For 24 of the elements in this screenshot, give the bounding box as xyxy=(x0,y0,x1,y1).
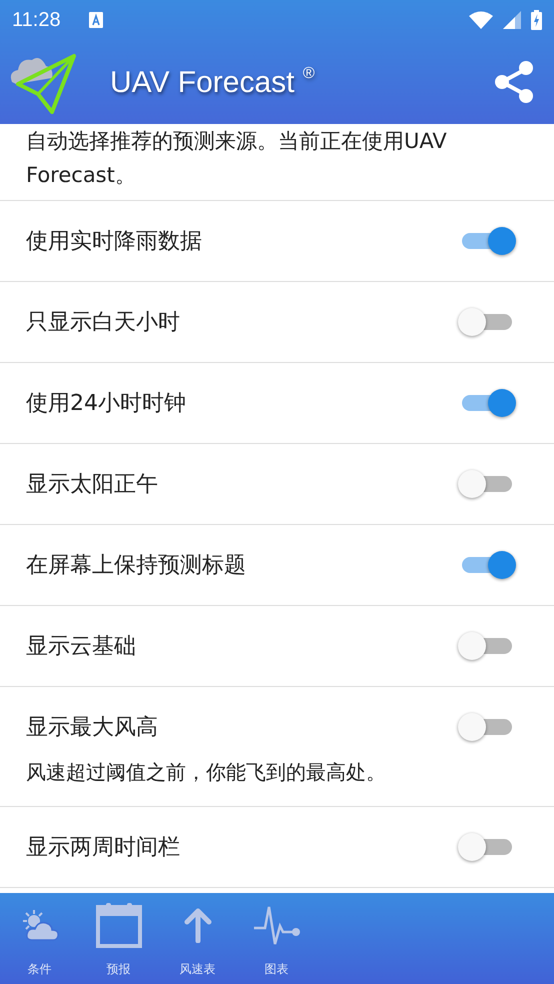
setting-label: 使用实时降雨数据 xyxy=(26,228,203,256)
nav-tab[interactable]: 风速表 xyxy=(180,961,216,978)
setting-description: 自动选择推荐的预测来源。当前正在使用UAV Forecast。 xyxy=(0,124,554,201)
share-icon[interactable] xyxy=(494,61,534,103)
wifi-icon xyxy=(469,11,493,29)
setting-label: 显示两周时间栏 xyxy=(26,834,181,862)
setting-label: 只显示白天小时 xyxy=(26,309,181,337)
keyboard-icon xyxy=(88,12,103,28)
status-time: 11:28 xyxy=(12,8,61,32)
setting-label: 显示最大风高 xyxy=(26,714,159,742)
nav-tab[interactable]: 图表 xyxy=(264,961,288,978)
up-arrow-icon xyxy=(184,907,212,943)
app-title: UAV Forecast $^{®}$ xyxy=(110,64,315,100)
setting-label: 显示太阳正午 xyxy=(26,471,159,499)
setting-label: 在屏幕上保持预测标题 xyxy=(26,552,247,580)
setting-description: 风速超过阈值之前，你能飞到的最高处。 xyxy=(25,759,387,786)
signal-icon xyxy=(503,11,521,29)
nav-tab[interactable]: 条件 xyxy=(28,961,52,978)
pulse-chart-icon xyxy=(252,904,300,946)
calendar-icon xyxy=(96,902,142,948)
setting-label: 显示云基础 xyxy=(26,633,137,661)
nav-tab[interactable]: 预报 xyxy=(106,961,130,978)
setting-label: 使用24小时时钟 xyxy=(26,390,187,418)
battery-icon xyxy=(531,10,542,30)
